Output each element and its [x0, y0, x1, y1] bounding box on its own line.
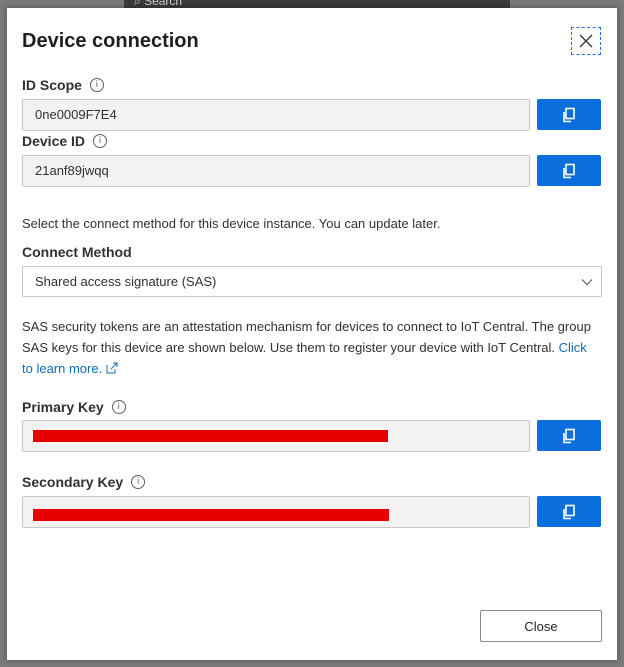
connect-method-hint: Select the connect method for this devic…: [22, 216, 441, 231]
info-icon[interactable]: i: [93, 134, 108, 148]
connect-method-label-text: Connect Method: [22, 244, 132, 260]
id-scope-label: ID Scope i: [22, 77, 104, 93]
close-button[interactable]: Close: [480, 610, 602, 642]
device-id-label-text: Device ID: [22, 133, 86, 149]
device-id-label: Device ID i: [22, 133, 108, 149]
copy-id-scope-button[interactable]: [537, 99, 601, 130]
secondary-key-label: Secondary Key i: [22, 474, 146, 490]
copy-secondary-key-button[interactable]: [537, 496, 601, 527]
sas-description-text: SAS security tokens are an attestation m…: [22, 319, 591, 355]
sas-description: SAS security tokens are an attestation m…: [22, 316, 592, 379]
primary-key-label: Primary Key i: [22, 399, 126, 415]
dialog-title: Device connection: [22, 30, 199, 52]
redaction-bar: [33, 430, 388, 442]
redaction-bar: [33, 509, 389, 521]
external-link-icon[interactable]: [106, 362, 118, 374]
connect-method-dropdown[interactable]: Shared access signature (SAS): [22, 266, 602, 297]
info-icon[interactable]: i: [111, 400, 126, 414]
device-id-field[interactable]: 21anf89jwqq: [22, 155, 530, 187]
secondary-key-label-text: Secondary Key: [22, 474, 124, 490]
copy-device-id-button[interactable]: [537, 155, 601, 186]
backdrop-search-bar: ⌕ Search: [124, 0, 510, 8]
close-icon: [579, 34, 593, 48]
primary-key-field[interactable]: [22, 420, 530, 452]
connect-method-label: Connect Method: [22, 244, 132, 260]
copy-primary-key-button[interactable]: [537, 420, 601, 451]
info-icon[interactable]: i: [89, 78, 104, 92]
info-icon[interactable]: i: [131, 475, 146, 489]
id-scope-label-text: ID Scope: [22, 77, 82, 93]
chevron-down-icon: [581, 279, 593, 286]
secondary-key-field[interactable]: [22, 496, 530, 528]
copy-icon: [563, 428, 575, 443]
connect-method-selected: Shared access signature (SAS): [35, 274, 217, 289]
id-scope-field[interactable]: 0ne0009F7E4: [22, 99, 530, 131]
primary-key-label-text: Primary Key: [22, 399, 104, 415]
copy-icon: [563, 107, 575, 122]
close-icon-button[interactable]: [571, 27, 601, 55]
copy-icon: [563, 163, 575, 178]
copy-icon: [563, 504, 575, 519]
device-connection-dialog: Device connection ID Scope i 0ne0009F7E4…: [7, 8, 617, 660]
backdrop-search-text: Search: [144, 0, 183, 8]
